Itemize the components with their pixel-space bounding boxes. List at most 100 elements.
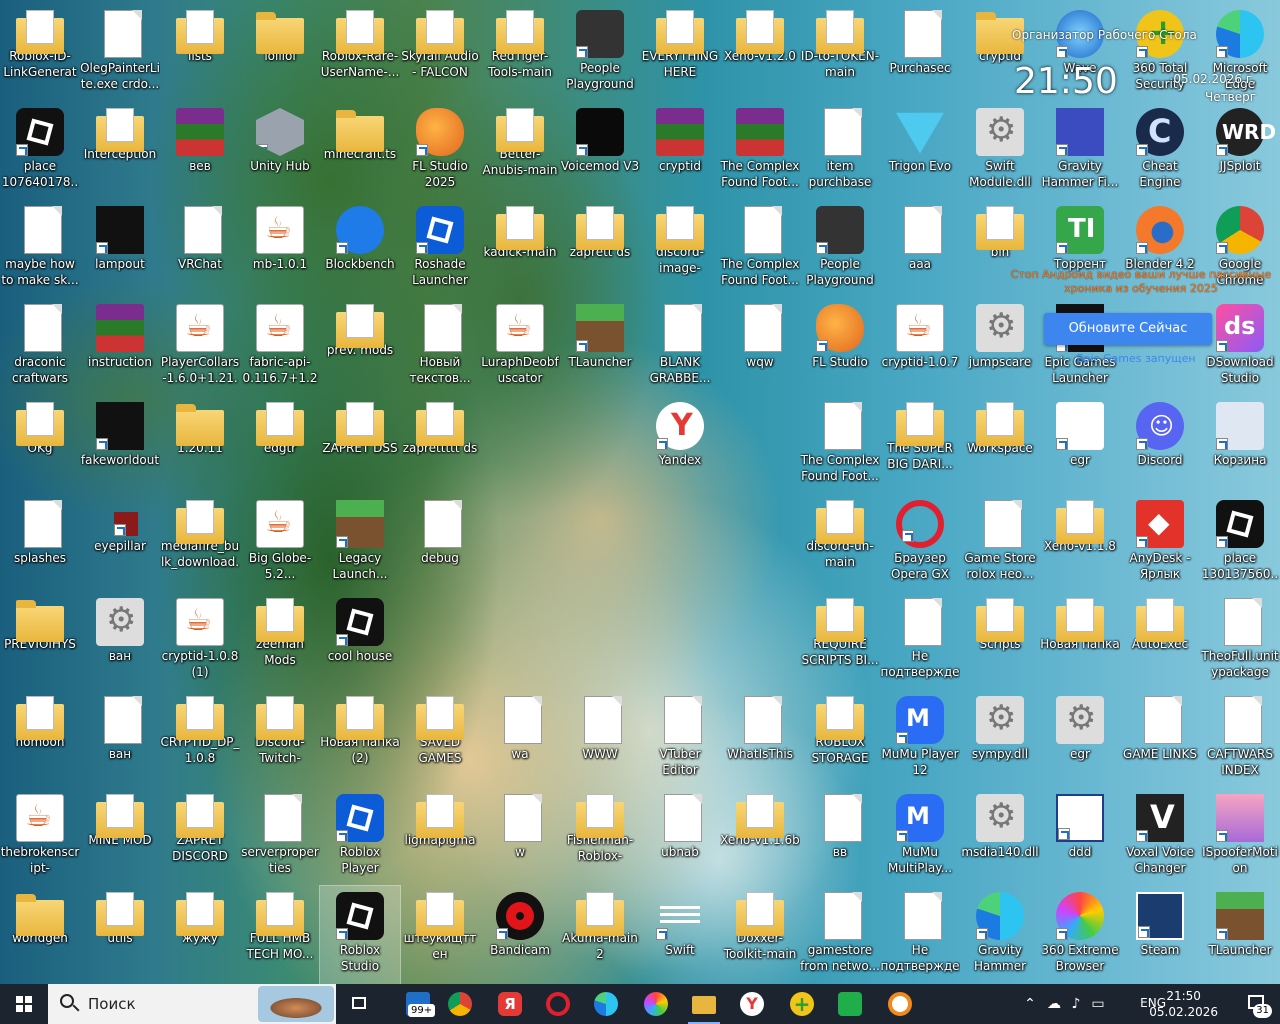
desktop-icon-zeeman-mods[interactable]: zeeman Mods <box>240 592 320 690</box>
desktop-icon-discord-un-main[interactable]: discord-un-main <box>800 494 880 592</box>
desktop-icon-cryptid-1-0-7[interactable]: cryptid-1.0.7 <box>880 298 960 396</box>
desktop-icon-браузер-opera-gx[interactable]: Браузер Opera GX <box>880 494 960 592</box>
desktop-icon-id-to-token-main[interactable]: ID-to-TOKEN-main <box>800 4 880 102</box>
desktop-icon-ван[interactable]: ван <box>80 592 160 690</box>
desktop-icon-cryptid[interactable]: cryptid <box>640 102 720 200</box>
desktop-icon-playercollars-1-6-0-1-21-4[interactable]: PlayerCollars-1.6.0+1.21.4 <box>160 298 240 396</box>
desktop-icon-prev-mods[interactable]: prev. mods <box>320 298 400 396</box>
desktop-icon-lists[interactable]: lists <box>160 4 240 102</box>
task-view-button[interactable] <box>336 984 384 1024</box>
desktop-icon-jumpscare[interactable]: jumpscare <box>960 298 1040 396</box>
desktop-icon-full-hmb-tech-mo[interactable]: FULL HMB TECH MO... <box>240 886 320 984</box>
taskbar-yandex[interactable]: Y <box>728 984 776 1024</box>
desktop-icon-mumu-multiplay[interactable]: M MuMu MultiPlay... <box>880 788 960 886</box>
desktop-icon-better-anubis-main[interactable]: Better-Anubis-main <box>480 102 560 200</box>
desktop-icon-zapret-dss[interactable]: ZAPRET DSS <box>320 396 400 494</box>
desktop-icon-вв[interactable]: вв <box>800 788 880 886</box>
taskbar-app-ring[interactable] <box>876 984 924 1024</box>
clock[interactable]: 21:50 05.02.2026 <box>1149 988 1218 1020</box>
desktop-icon-workspace[interactable]: Workspace <box>960 396 1040 494</box>
desktop-icon-item-purchbase[interactable]: item purchbase <box>800 102 880 200</box>
desktop-icon-theofull-unitypackage[interactable]: TheoFull.unitypackage <box>1200 592 1280 690</box>
desktop-icon-корзина[interactable]: Корзина <box>1200 396 1280 494</box>
desktop-icon-big-globe-5-2[interactable]: Big Globe-5.2... <box>240 494 320 592</box>
desktop-icon-gamestore-from-netwo[interactable]: gamestore from netwo... <box>800 886 880 984</box>
desktop-icon-mediafire-bulk-download[interactable]: mediafire_bulk_download... <box>160 494 240 592</box>
desktop-icon-saved-games[interactable]: SAVED GAMES <box>400 690 480 788</box>
notification-center-button[interactable]: 31 <box>1246 992 1272 1018</box>
desktop-icon-blockbench[interactable]: Blockbench <box>320 200 400 298</box>
desktop-icon-roshade-launcher[interactable]: Roshade Launcher <box>400 200 480 298</box>
desktop-icon-splashes[interactable]: splashes <box>0 494 80 592</box>
desktop-icon-не-подтверждено-407231[interactable]: Не подтверждено 407231... <box>880 886 960 984</box>
cloud-icon[interactable]: ☁ <box>1046 996 1062 1012</box>
desktop-icon-luraphdeobfuscator[interactable]: LuraphDeobfuscator <box>480 298 560 396</box>
desktop-icon-blank-grabbe[interactable]: BLANK GRABBE... <box>640 298 720 396</box>
desktop-icon-maybe-how-to-make-sk[interactable]: maybe how to make sk... <box>0 200 80 298</box>
desktop-icon-mumu-player-12[interactable]: M MuMu Player 12 <box>880 690 960 788</box>
desktop-icon-fakeworldout[interactable]: fakeworldout <box>80 396 160 494</box>
desktop-icon-discord-image-logger-m[interactable]: discord-image-logger-m... <box>640 200 720 298</box>
desktop[interactable]: Roblox-ID-LinkGenerato... place 107640178… <box>0 0 1280 984</box>
desktop-icon-xeno-v1-1-8[interactable]: Xeno-v1.1.8 <box>1040 494 1120 592</box>
desktop-icon-ddd[interactable]: ddd <box>1040 788 1120 886</box>
network-icon[interactable]: ▭ <box>1090 996 1106 1012</box>
desktop-icon-game-store-rolox-нео[interactable]: Game Store rolox нео... <box>960 494 1040 592</box>
desktop-icon-tlauncher[interactable]: TLauncher <box>560 298 640 396</box>
desktop-icon-не-подтверждено-866153[interactable]: Не подтверждено 866153 <box>880 592 960 690</box>
desktop-icon-fisherman-roblox-doxe[interactable]: Fisherman-Roblox-doxe... <box>560 788 640 886</box>
desktop-icon-msdia140-dll[interactable]: msdia140.dll <box>960 788 1040 886</box>
desktop-icon-360-extreme-browser[interactable]: 360 Extreme Browser <box>1040 886 1120 984</box>
desktop-icon-ван[interactable]: ван <box>80 690 160 788</box>
desktop-icon-жужу[interactable]: жужу <box>160 886 240 984</box>
desktop-icon-discord-twitch-follow[interactable]: Discord-Twitch-Follow-... <box>240 690 320 788</box>
desktop-icon-w[interactable]: w <box>480 788 560 886</box>
desktop-icon-egr[interactable]: egr <box>1040 396 1120 494</box>
desktop-icon-kadick-main[interactable]: kadick-main <box>480 200 560 298</box>
desktop-icon-worldgen[interactable]: worldgen <box>0 886 80 984</box>
desktop-icon-wqw[interactable]: wqw <box>720 298 800 396</box>
desktop-icon-minecraft-ts[interactable]: minecraft.ts <box>320 102 400 200</box>
desktop-icon-egr[interactable]: egr <box>1040 690 1120 788</box>
desktop-icon-swift[interactable]: Swift <box>640 886 720 984</box>
desktop-icon-olegpainterlite-exe-crdo[interactable]: OlegPainterLite.exe crdo... <box>80 4 160 102</box>
start-button[interactable] <box>0 984 48 1024</box>
desktop-icon-новая-папка-2[interactable]: Новая папка (2) <box>320 690 400 788</box>
desktop-icon-dsownload-studio[interactable]: ds DSownload Studio <box>1200 298 1280 396</box>
desktop-icon-ubnab[interactable]: ubnab <box>640 788 720 886</box>
search-box[interactable]: Поиск <box>48 984 336 1024</box>
desktop-icon-lampout[interactable]: lampout <box>80 200 160 298</box>
desktop-icon-previoihys[interactable]: PREVIOIHYS <box>0 592 80 690</box>
desktop-icon-jjsploit[interactable]: WRD JJSploit <box>1200 102 1280 200</box>
taskbar-edge[interactable] <box>582 984 630 1024</box>
desktop-icon-xeno-v1-2-0[interactable]: Xeno-v1.2.0 <box>720 4 800 102</box>
desktop-icon-edgtr[interactable]: edgtr <box>240 396 320 494</box>
desktop-icon-mine-mod[interactable]: MINE MOD <box>80 788 160 886</box>
desktop-icon-trigon-evo[interactable]: Trigon Evo <box>880 102 960 200</box>
desktop-icon-zaprettttt-ds[interactable]: zaprettttt ds <box>400 396 480 494</box>
desktop-icon-tlauncher[interactable]: TLauncher <box>1200 886 1280 984</box>
taskbar-mail[interactable]: 99+ <box>394 984 442 1024</box>
desktop-icon-новый-текстов[interactable]: Новый текстов... <box>400 298 480 396</box>
desktop-icon-okg[interactable]: OKg <box>0 396 80 494</box>
desktop-icon-autoexec[interactable]: AutoExec <box>1120 592 1200 690</box>
desktop-icon-вев[interactable]: вев <box>160 102 240 200</box>
update-now-button[interactable]: Обновите Сейчас <box>1044 313 1212 345</box>
desktop-icon-новая-папка[interactable]: Новая папка <box>1040 592 1120 690</box>
desktop-icon-lolllol[interactable]: lolllol <box>240 4 320 102</box>
desktop-icon-bandicam[interactable]: Bandicam <box>480 886 560 984</box>
desktop-icon-roblox-storage[interactable]: ROBLOX STORAGE <box>800 690 880 788</box>
desktop-icon-discord[interactable]: ☺ Discord <box>1120 396 1200 494</box>
desktop-icon-purchasec[interactable]: Purchasec <box>880 4 960 102</box>
desktop-icon-akuma-main-2[interactable]: Akuma-main 2 <box>560 886 640 984</box>
desktop-icon-whatisthis[interactable]: WhatIsThis <box>720 690 800 788</box>
desktop-icon-sympy-dll[interactable]: sympy.dll <box>960 690 1040 788</box>
desktop-icon-skyfall-audio-falcon[interactable]: Skyfall Audio - FALCON <box>400 4 480 102</box>
desktop-icon-1-20-11[interactable]: 1.20.11 <box>160 396 240 494</box>
desktop-icon-steam[interactable]: Steam <box>1120 886 1200 984</box>
desktop-icon-doxxer-toolkit-main[interactable]: Doxxer-Toolkit-main <box>720 886 800 984</box>
desktop-icon-require-scripts-bi[interactable]: REQUIRE SCRIPTS BI... <box>800 592 880 690</box>
desktop-icon-zaprett-ds[interactable]: zaprett ds <box>560 200 640 298</box>
desktop-icon-place-130137560[interactable]: place 130137560... <box>1200 494 1280 592</box>
desktop-icon-roblox-rare-username[interactable]: Roblox-Rare-UserName-... <box>320 4 400 102</box>
